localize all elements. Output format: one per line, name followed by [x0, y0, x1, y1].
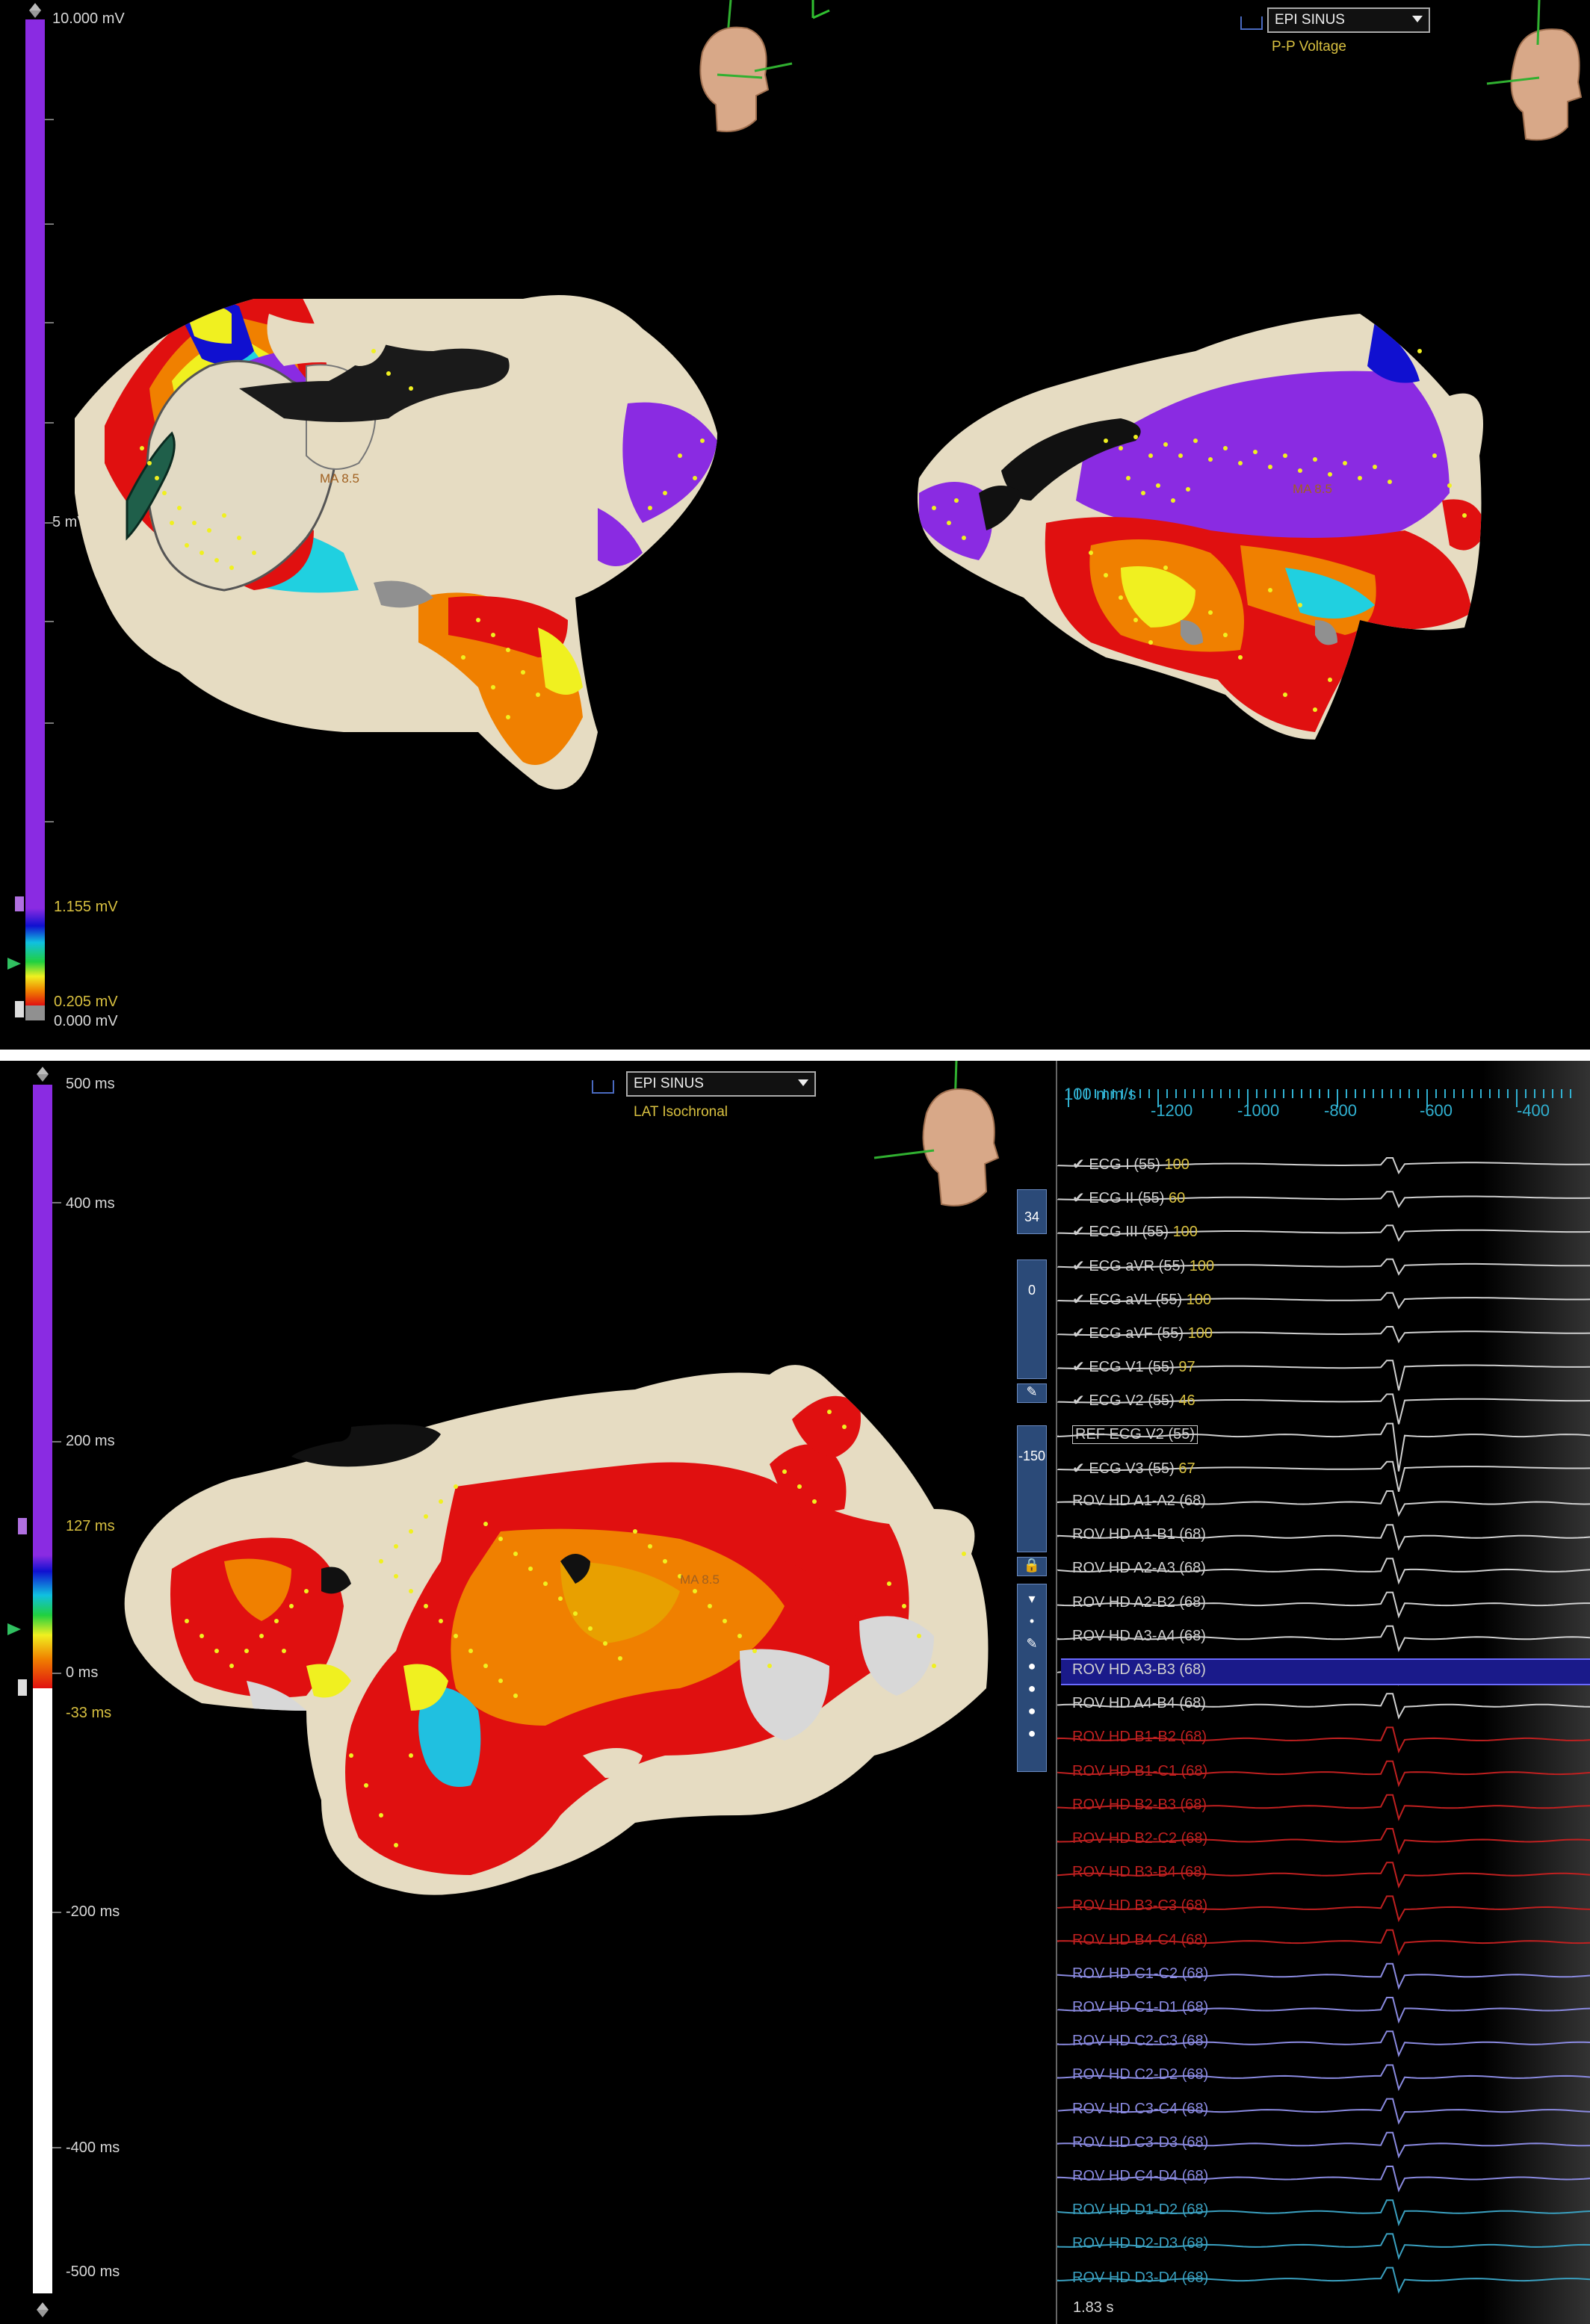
channel-label[interactable]: ROV HD D3-D4 (68) [1072, 2269, 1208, 2287]
ruler-tick-label: -600 [1420, 1101, 1453, 1120]
channel-amplitude: 46 [1178, 1392, 1195, 1410]
voltage-map-panel: 10.000 mV 5 mV 1.155 mV 0.205 mV 0.000 m… [0, 0, 1590, 1050]
channel-label[interactable]: ROV HD A1-A2 (68) [1072, 1493, 1206, 1510]
lat-lower-threshold[interactable]: -33 ms [66, 1705, 111, 1722]
voltage-scale-min: 0.000 mV [54, 1013, 118, 1029]
channel-label[interactable]: ROV HD C4-D4 (68) [1072, 2168, 1208, 2185]
channel-label[interactable]: ROV HD B1-B2 (68) [1072, 1729, 1207, 1746]
channel-label[interactable]: ROV HD B3-C3 (68) [1072, 1897, 1207, 1915]
panel-divider [0, 1050, 1590, 1061]
channel-amplitude: 100 [1164, 1156, 1190, 1173]
channel-label[interactable]: ✔ ECG aVL (55) 100 [1072, 1290, 1211, 1309]
peak-count: 34 [1024, 1209, 1040, 1224]
channel-label[interactable]: ROV HD D1-D2 (68) [1072, 2201, 1208, 2219]
lock-icon[interactable]: 🔒 [1017, 1557, 1047, 1576]
lat-scale-zero: 0 ms [66, 1664, 99, 1681]
lat-color-scale[interactable] [0, 1061, 105, 2324]
channel-label[interactable]: ROV HD A3-B3 (68) [1072, 1661, 1206, 1679]
orientation-head-icon[interactable] [672, 0, 799, 142]
channel-amplitude: 97 [1178, 1359, 1195, 1376]
map-type-label: P-P Voltage [1272, 39, 1347, 55]
channel-label[interactable]: REF ECG V2 (55) [1072, 1425, 1198, 1444]
lat-map-panel: 500 ms 400 ms 200 ms 127 ms 0 ms -33 ms … [0, 1061, 1054, 2324]
channel-label[interactable]: ROV HD A2-A3 (68) [1072, 1560, 1206, 1577]
channel-label[interactable]: ROV HD B1-C1 (68) [1072, 1763, 1207, 1780]
channel-label[interactable]: ✔ ECG I (55) 100 [1072, 1155, 1190, 1174]
voltage-lower-threshold[interactable]: 0.205 mV [54, 994, 118, 1011]
channel-label[interactable]: ✔ ECG V3 (55) 67 [1072, 1459, 1195, 1478]
channel-label[interactable]: ROV HD A2-B2 (68) [1072, 1594, 1206, 1611]
channel-amplitude: 60 [1169, 1190, 1186, 1207]
channel-label[interactable]: ✔ ECG aVF (55) 100 [1072, 1324, 1213, 1342]
channel-amplitude: 100 [1187, 1325, 1213, 1342]
channel-amplitude: 100 [1189, 1257, 1215, 1274]
map-selector-value: EPI SINUS [1275, 12, 1345, 28]
lat-map-type-label: LAT Isochronal [634, 1104, 729, 1120]
lat-map-selector-dropdown[interactable]: EPI SINUS [626, 1071, 816, 1097]
ruler-tick-label: -400 [1517, 1101, 1550, 1120]
chevron-down-icon [1412, 16, 1423, 22]
channel-label[interactable]: ROV HD B3-B4 (68) [1072, 1864, 1207, 1881]
snapshot-button[interactable]: ✎ [1017, 1383, 1047, 1403]
lat-scale-200: 200 ms [66, 1433, 115, 1449]
lat-scale-max: 500 ms [66, 1076, 115, 1092]
map-selector-dropdown[interactable]: EPI SINUS [1267, 7, 1430, 33]
time-readout: 1.83 s [1073, 2299, 1114, 2316]
offset-value: -150 [1018, 1448, 1046, 1463]
channel-label[interactable]: ✔ ECG III (55) 100 [1072, 1222, 1198, 1241]
lat-scale-400: 400 ms [66, 1195, 115, 1212]
peak-detection-tool[interactable]: 34 [1017, 1189, 1047, 1234]
tag-left: MA 8.5 [320, 471, 359, 486]
channel-label[interactable]: ✔ ECG V1 (55) 97 [1072, 1357, 1195, 1376]
channel-label[interactable]: ✔ ECG V2 (55) 46 [1072, 1391, 1195, 1410]
gain-value: 0 [1027, 1283, 1036, 1298]
channel-label[interactable]: ROV HD D2-D3 (68) [1072, 2235, 1208, 2252]
ruler-tick-label: -1000 [1237, 1101, 1280, 1120]
lat-scale-neg400: -400 ms [66, 2139, 120, 2156]
voltage-scale-max: 10.000 mV [52, 10, 125, 27]
channel-label[interactable]: ROV HD A3-A4 (68) [1072, 1628, 1206, 1645]
tag-right: MA 8.5 [1293, 482, 1332, 496]
channel-label[interactable]: ROV HD B2-C2 (68) [1072, 1830, 1207, 1847]
voltage-upper-threshold[interactable]: 1.155 mV [54, 899, 118, 916]
map-select-icon[interactable] [1240, 16, 1263, 30]
chevron-down-icon [798, 1079, 808, 1086]
voltage-map-left-view[interactable]: MA 8.5 [60, 269, 762, 829]
map-select-icon[interactable] [592, 1080, 614, 1094]
channel-label[interactable]: ROV HD C3-D3 (68) [1072, 2134, 1208, 2151]
channel-label[interactable]: ROV HD C2-C3 (68) [1072, 2033, 1208, 2050]
orientation-head-icon-right[interactable] [1479, 0, 1590, 149]
channel-label[interactable]: ROV HD A4-B4 (68) [1072, 1695, 1206, 1712]
ruler-tick-label: -1200 [1151, 1101, 1193, 1120]
lat-map-tag: MA 8.5 [680, 1572, 720, 1587]
channel-label[interactable]: ROV HD A1-B1 (68) [1072, 1526, 1206, 1543]
channel-label[interactable]: ROV HD C1-C2 (68) [1072, 1965, 1208, 1983]
lat-scale-min: -500 ms [66, 2263, 120, 2280]
channel-amplitude: 100 [1186, 1291, 1212, 1308]
lat-map-view[interactable]: MA 8.5 [112, 1337, 1009, 2084]
lat-upper-threshold[interactable]: 127 ms [66, 1518, 115, 1535]
sweep-speed-label[interactable]: 100 mm/s [1064, 1085, 1136, 1104]
channel-label[interactable]: ROV HD C1-D1 (68) [1072, 1999, 1208, 2016]
offset-slider[interactable]: -150 [1017, 1425, 1047, 1552]
view-orientation-tools[interactable]: ▾ • ✎ ● ● ● ● [1017, 1584, 1047, 1772]
channel-amplitude: 100 [1172, 1224, 1198, 1241]
lat-map-selector-value: EPI SINUS [634, 1076, 704, 1091]
channel-label[interactable]: ROV HD C3-C4 (68) [1072, 2101, 1208, 2118]
channel-label[interactable]: ✔ ECG aVR (55) 100 [1072, 1256, 1214, 1275]
ruler-tick-label: -800 [1324, 1101, 1358, 1120]
axis-indicator-icon [811, 0, 830, 19]
channel-label[interactable]: ROV HD C2-D2 (68) [1072, 2066, 1208, 2083]
channel-label[interactable]: ROV HD B2-B3 (68) [1072, 1797, 1207, 1814]
voltage-map-right-view[interactable]: MA 8.5 [897, 306, 1494, 814]
channel-amplitude: 67 [1178, 1460, 1195, 1477]
channel-label[interactable]: ROV HD B4-C4 (68) [1072, 1932, 1207, 1949]
orientation-head-icon[interactable] [867, 1061, 1016, 1233]
channel-label[interactable]: ✔ ECG II (55) 60 [1072, 1189, 1185, 1207]
gain-slider[interactable]: 0 [1017, 1259, 1047, 1379]
